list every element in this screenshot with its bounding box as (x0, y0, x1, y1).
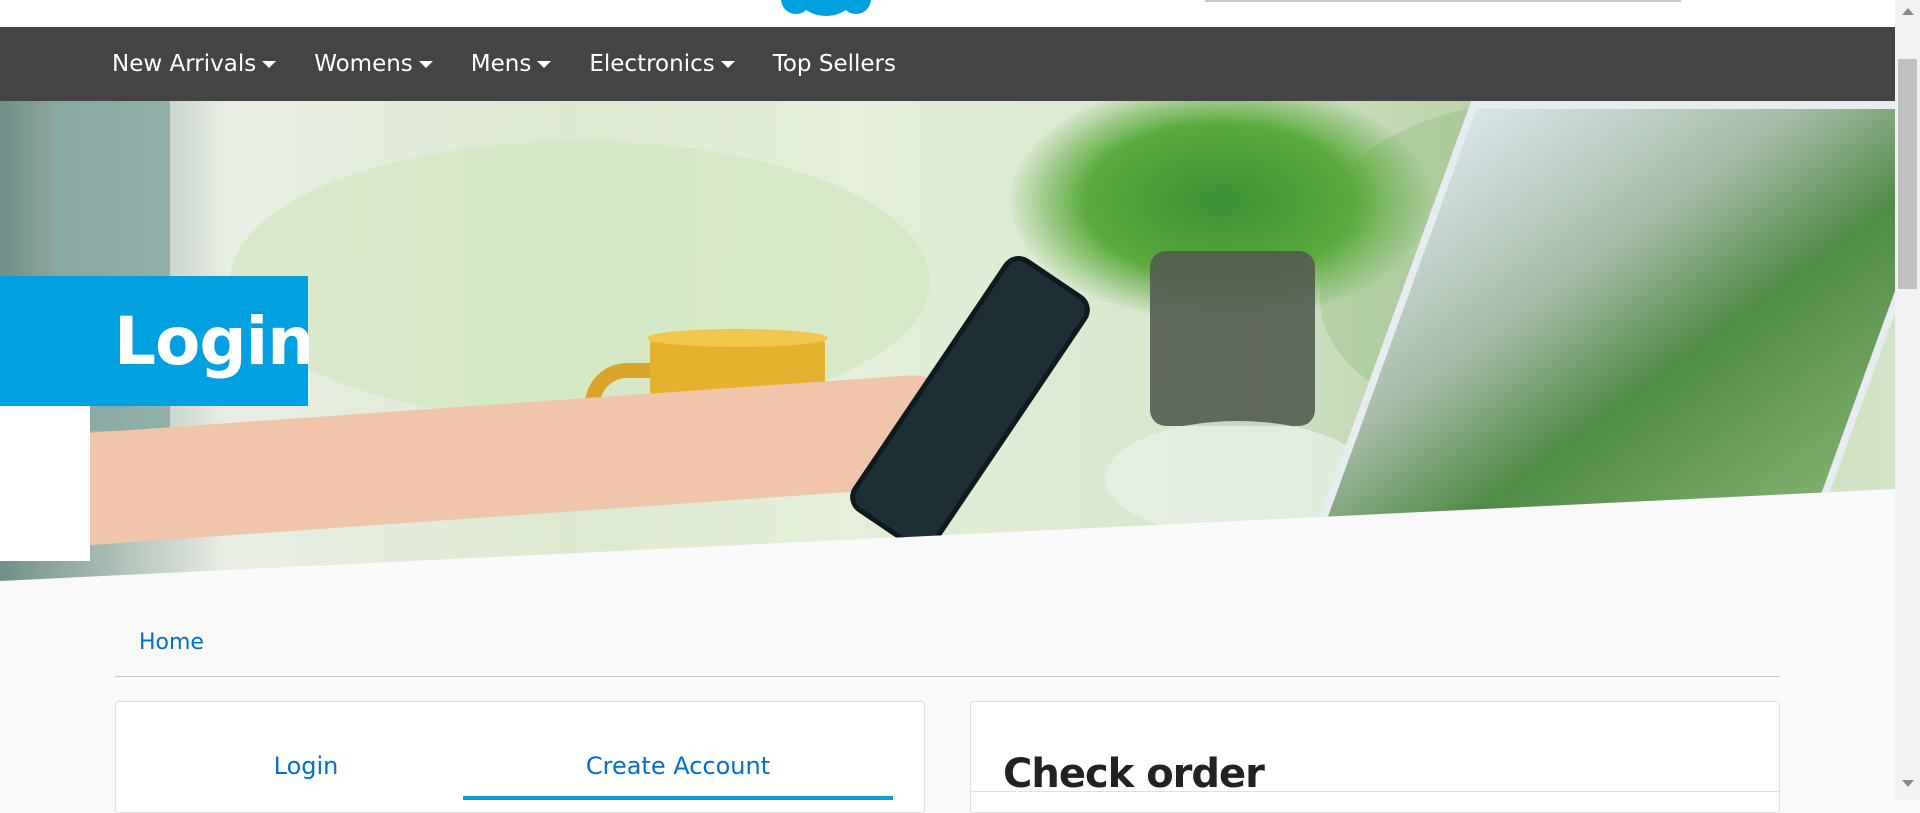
page-title: Login (114, 302, 314, 380)
nav-item-label: Electronics (589, 51, 715, 77)
account-card: Login Create Account (115, 701, 925, 813)
card-divider (971, 791, 1779, 792)
caret-down-icon (418, 60, 433, 68)
check-order-card: Check order (970, 701, 1780, 813)
caret-down-icon (720, 60, 735, 68)
breadcrumb-home-link[interactable]: Home (139, 630, 204, 655)
main-navigation: New Arrivals Womens Mens Electronics Top… (0, 27, 1895, 101)
header-topbar (0, 0, 1895, 27)
nav-item-womens[interactable]: Womens (314, 51, 433, 77)
search-field-underline[interactable] (1205, 0, 1681, 2)
caret-down-icon (537, 60, 552, 68)
caret-down-icon (262, 60, 277, 68)
active-tab-indicator (463, 796, 893, 800)
nav-item-label: Top Sellers (772, 51, 896, 77)
nav-item-electronics[interactable]: Electronics (589, 51, 735, 77)
hero-background-blur (230, 141, 930, 421)
hero-sleeve (0, 401, 90, 561)
nav-item-new-arrivals[interactable]: New Arrivals (112, 51, 277, 77)
nav-menu: New Arrivals Womens Mens Electronics Top… (112, 27, 934, 101)
nav-item-label: Womens (314, 51, 413, 77)
nav-item-label: New Arrivals (112, 51, 257, 77)
tab-create-account[interactable]: Create Account (463, 752, 893, 780)
brand-logo-icon[interactable] (781, 0, 871, 16)
scroll-down-arrow-icon[interactable] (1902, 780, 1914, 787)
breadcrumb: Home (115, 612, 1780, 677)
page-title-banner: Login (0, 276, 314, 406)
scrollbar-thumb[interactable] (1898, 59, 1917, 289)
hero-mug-rim (647, 329, 828, 347)
nav-item-top-sellers[interactable]: Top Sellers (773, 51, 896, 77)
hero-plant-pot (1150, 251, 1315, 426)
nav-item-mens[interactable]: Mens (471, 51, 552, 77)
tab-login[interactable]: Login (156, 752, 456, 780)
hero-glass-base (1105, 421, 1370, 536)
nav-item-label: Mens (470, 51, 532, 77)
scroll-up-arrow-icon[interactable] (1902, 8, 1914, 15)
vertical-scrollbar[interactable] (1895, 0, 1920, 800)
